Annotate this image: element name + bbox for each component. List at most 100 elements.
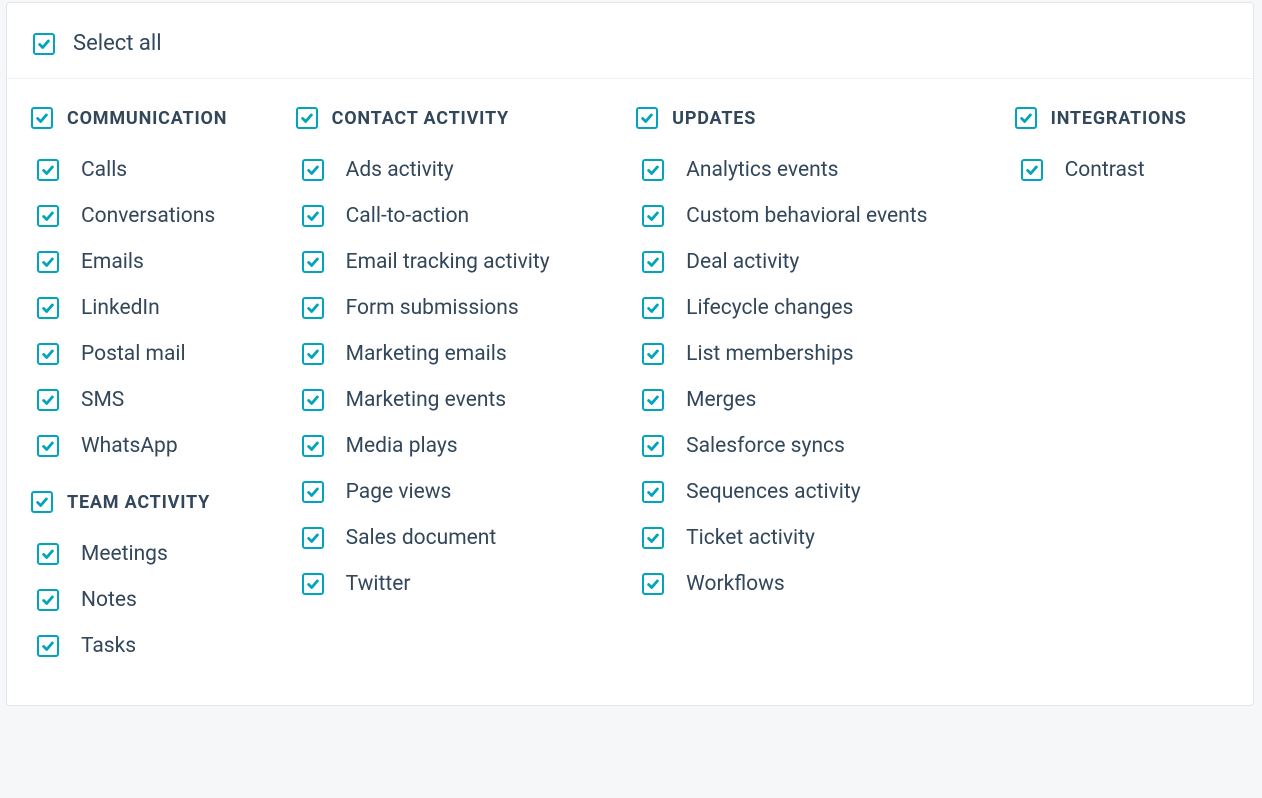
- item-checkbox-workflows[interactable]: [642, 573, 664, 595]
- group-title-updates: UPDATES: [672, 108, 756, 129]
- item-label-whatsapp: WhatsApp: [81, 434, 178, 458]
- filter-item-page-views: Page views: [296, 469, 619, 515]
- item-checkbox-meetings[interactable]: [37, 543, 59, 565]
- item-label-page-views: Page views: [346, 480, 452, 504]
- item-label-workflows: Workflows: [686, 572, 785, 596]
- group-header-communication: COMMUNICATION: [31, 107, 278, 129]
- item-label-call-to-action: Call-to-action: [346, 204, 470, 228]
- item-checkbox-media-plays[interactable]: [302, 435, 324, 457]
- group-checkbox-team-activity[interactable]: [31, 491, 53, 513]
- group-checkbox-updates[interactable]: [636, 107, 658, 129]
- filter-item-form-submissions: Form submissions: [296, 285, 619, 331]
- filter-item-sms: SMS: [31, 377, 278, 423]
- item-checkbox-ads-activity[interactable]: [302, 159, 324, 181]
- panel-body: COMMUNICATIONCallsConversationsEmailsLin…: [7, 79, 1253, 705]
- checkmark-icon: [306, 439, 320, 453]
- checkmark-icon: [35, 111, 49, 125]
- item-checkbox-marketing-emails[interactable]: [302, 343, 324, 365]
- item-checkbox-twitter[interactable]: [302, 573, 324, 595]
- filter-item-salesforce-syncs: Salesforce syncs: [636, 423, 996, 469]
- checkmark-icon: [646, 301, 660, 315]
- filter-item-tasks: Tasks: [31, 623, 278, 669]
- item-checkbox-sequences-activity[interactable]: [642, 481, 664, 503]
- filter-item-call-to-action: Call-to-action: [296, 193, 619, 239]
- select-all-checkbox[interactable]: [33, 33, 55, 55]
- checkmark-icon: [41, 547, 55, 561]
- select-all-row: Select all: [33, 31, 1227, 56]
- filter-item-twitter: Twitter: [296, 561, 619, 607]
- filter-item-postal-mail: Postal mail: [31, 331, 278, 377]
- item-label-postal-mail: Postal mail: [81, 342, 186, 366]
- checkmark-icon: [300, 111, 314, 125]
- item-label-twitter: Twitter: [346, 572, 411, 596]
- item-label-ticket-activity: Ticket activity: [686, 526, 815, 550]
- activity-filter-panel: Select all COMMUNICATIONCallsConversatio…: [6, 2, 1254, 706]
- item-checkbox-merges[interactable]: [642, 389, 664, 411]
- item-label-meetings: Meetings: [81, 542, 168, 566]
- filter-item-workflows: Workflows: [636, 561, 996, 607]
- item-checkbox-notes[interactable]: [37, 589, 59, 611]
- checkmark-icon: [646, 577, 660, 591]
- filter-item-sequences-activity: Sequences activity: [636, 469, 996, 515]
- item-label-marketing-emails: Marketing emails: [346, 342, 507, 366]
- item-label-merges: Merges: [686, 388, 756, 412]
- checkmark-icon: [306, 485, 320, 499]
- item-checkbox-lifecycle-changes[interactable]: [642, 297, 664, 319]
- item-checkbox-linkedin[interactable]: [37, 297, 59, 319]
- item-checkbox-call-to-action[interactable]: [302, 205, 324, 227]
- item-checkbox-sms[interactable]: [37, 389, 59, 411]
- column-2: CONTACT ACTIVITY Ads activity Call-to-acti…: [296, 107, 619, 607]
- filter-item-whatsapp: WhatsApp: [31, 423, 278, 469]
- filter-item-marketing-events: Marketing events: [296, 377, 619, 423]
- filter-item-merges: Merges: [636, 377, 996, 423]
- group-title-contact-activity: CONTACT ACTIVITY: [332, 108, 509, 129]
- item-checkbox-sales-document[interactable]: [302, 527, 324, 549]
- checkmark-icon: [41, 439, 55, 453]
- checkmark-icon: [41, 593, 55, 607]
- filter-item-lifecycle-changes: Lifecycle changes: [636, 285, 996, 331]
- item-checkbox-conversations[interactable]: [37, 205, 59, 227]
- checkmark-icon: [306, 255, 320, 269]
- item-checkbox-custom-behavioral-events[interactable]: [642, 205, 664, 227]
- checkmark-icon: [35, 495, 49, 509]
- item-label-sms: SMS: [81, 388, 124, 412]
- item-checkbox-list-memberships[interactable]: [642, 343, 664, 365]
- filter-item-emails: Emails: [31, 239, 278, 285]
- item-label-ads-activity: Ads activity: [346, 158, 454, 182]
- item-checkbox-page-views[interactable]: [302, 481, 324, 503]
- item-label-list-memberships: List memberships: [686, 342, 854, 366]
- item-checkbox-ticket-activity[interactable]: [642, 527, 664, 549]
- item-checkbox-deal-activity[interactable]: [642, 251, 664, 273]
- group-checkbox-communication[interactable]: [31, 107, 53, 129]
- group-checkbox-contact-activity[interactable]: [296, 107, 318, 129]
- filter-item-marketing-emails: Marketing emails: [296, 331, 619, 377]
- filter-item-meetings: Meetings: [31, 531, 278, 577]
- item-checkbox-emails[interactable]: [37, 251, 59, 273]
- item-checkbox-whatsapp[interactable]: [37, 435, 59, 457]
- item-label-salesforce-syncs: Salesforce syncs: [686, 434, 845, 458]
- group-header-team-activity: TEAM ACTIVITY: [31, 491, 278, 513]
- item-checkbox-email-tracking-activity[interactable]: [302, 251, 324, 273]
- checkmark-icon: [646, 347, 660, 361]
- item-checkbox-salesforce-syncs[interactable]: [642, 435, 664, 457]
- item-checkbox-form-submissions[interactable]: [302, 297, 324, 319]
- checkmark-icon: [41, 209, 55, 223]
- item-label-form-submissions: Form submissions: [346, 296, 519, 320]
- item-label-custom-behavioral-events: Custom behavioral events: [686, 204, 927, 228]
- column-1: COMMUNICATIONCallsConversationsEmailsLin…: [31, 107, 278, 669]
- filter-item-email-tracking-activity: Email tracking activity: [296, 239, 619, 285]
- item-label-deal-activity: Deal activity: [686, 250, 799, 274]
- checkmark-icon: [41, 301, 55, 315]
- filter-item-notes: Notes: [31, 577, 278, 623]
- item-checkbox-contrast[interactable]: [1021, 159, 1043, 181]
- group-checkbox-integrations[interactable]: [1015, 107, 1037, 129]
- item-checkbox-postal-mail[interactable]: [37, 343, 59, 365]
- item-checkbox-marketing-events[interactable]: [302, 389, 324, 411]
- item-label-tasks: Tasks: [81, 634, 136, 658]
- item-checkbox-tasks[interactable]: [37, 635, 59, 657]
- group-header-contact-activity: CONTACT ACTIVITY: [296, 107, 619, 129]
- checkmark-icon: [646, 439, 660, 453]
- item-checkbox-calls[interactable]: [37, 159, 59, 181]
- item-checkbox-analytics-events[interactable]: [642, 159, 664, 181]
- filter-item-conversations: Conversations: [31, 193, 278, 239]
